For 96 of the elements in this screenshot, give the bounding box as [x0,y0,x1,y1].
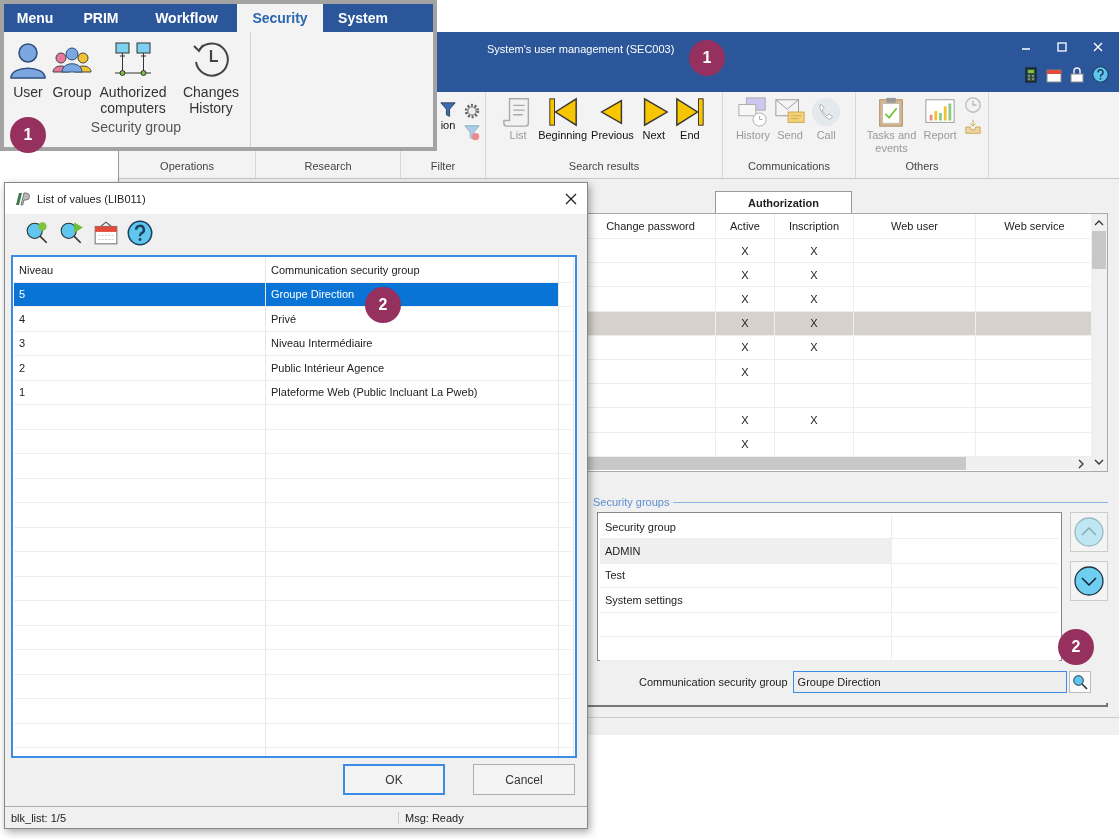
table-cell: X [810,292,818,305]
calendar-icon[interactable] [93,220,119,246]
inbox-icon [963,118,982,136]
ok-button[interactable]: OK [343,764,445,795]
search-button[interactable] [1068,671,1091,693]
phone-icon [810,96,843,128]
list-row[interactable]: 2 Public Intérieur Agence [14,356,574,381]
table-cell: Public Intérieur Agence [266,356,559,380]
table-cell: X [741,341,749,354]
maximize-icon[interactable] [1057,42,1067,52]
table-cell: X [741,317,749,330]
list-item[interactable]: ADMIN [600,539,892,563]
table-row[interactable]: X X [586,311,1091,336]
ribbon-group-label: Security group [90,119,182,135]
status-text: Msg: Ready [404,811,464,824]
ribbon-group-label: Filter [429,159,457,174]
user-icon [8,40,48,80]
column-header[interactable]: Communication security group [266,258,559,282]
table-cell: X [810,268,818,281]
app-icon [15,191,31,206]
calendar-icon [1046,66,1062,83]
ribbon-group-label: Others [904,159,940,174]
scroll-up-icon[interactable] [1094,219,1104,227]
table-cell: 2 [14,356,266,380]
table-cell: X [741,292,749,305]
column-header[interactable]: Active [716,214,775,238]
cancel-button[interactable]: Cancel [473,764,575,795]
lock-icon [1069,66,1085,83]
vertical-scrollbar[interactable] [1091,214,1107,471]
ribbon-tab[interactable]: Menu [4,4,66,32]
scroll-down-icon[interactable] [1094,458,1104,466]
table-cell: 3 [14,331,266,355]
chat-icon [737,96,769,128]
ribbon-group-label: Search results [567,159,641,174]
search-flag-icon[interactable] [59,220,85,246]
table-cell: X [810,413,818,426]
list-item[interactable]: Test [600,563,892,588]
ribbon-tab[interactable]: Security [237,4,323,32]
first-record-icon [546,96,579,128]
table-cell: X [810,341,818,354]
field-label: Communication security group [639,676,788,688]
ribbon-button[interactable]: ion [439,102,457,132]
table-cell: X [741,413,749,426]
column-header: Security group [600,515,892,539]
dialog-title: List of values (LIB011) [37,192,147,205]
table-cell: X [741,438,749,451]
ribbon-group-label: Communications [747,159,831,174]
section-legend: Security groups [593,496,670,508]
funnel-icon [440,102,456,118]
ribbon-tab[interactable]: Workflow [136,4,237,32]
ribbon-tab[interactable]: System [323,4,403,32]
ribbon-button[interactable]: Changes History [172,40,250,116]
table-cell: X [741,268,749,281]
clock-history-icon [191,40,231,80]
status-text: blk_list: 1/5 [5,811,399,824]
authorization-tab[interactable]: Authorization [715,191,852,213]
column-header[interactable]: Inscription [775,214,854,238]
ribbon-button[interactable]: Group [50,40,94,116]
table-cell: 5 [14,282,266,306]
column-header[interactable]: Web user [854,214,976,238]
clock-icon [963,96,982,114]
table-cell: X [810,244,818,257]
table-cell: 4 [14,307,266,331]
move-down-button[interactable] [1070,561,1108,601]
list-row[interactable]: 1 Plateforme Web (Public Incluant La Pweb) [14,380,574,405]
close-icon[interactable] [565,192,577,205]
ribbon-button[interactable]: Previous [590,96,635,142]
column-header[interactable]: Niveau [14,258,266,282]
horizontal-scrollbar[interactable] [586,457,1091,470]
clear-filter-icon [463,124,481,142]
help-icon [127,220,153,246]
window-title: System's user management (SEC003) [486,42,676,55]
list-item[interactable]: System settings [600,588,892,612]
table-cell: Niveau Intermédiaire [266,331,559,355]
scrollbar-thumb[interactable] [1092,231,1106,269]
table-cell: 1 [14,380,266,404]
settings-icon [463,102,481,120]
table-cell: X [810,317,818,330]
list-row[interactable]: 3 Niveau Intermédiaire [14,331,574,356]
ribbon-button[interactable]: Beginning [537,96,589,142]
ribbon-tab[interactable]: PRIM [66,4,136,32]
ribbon-button[interactable]: Authorized computers [94,40,172,116]
ribbon-button[interactable]: End [672,96,707,142]
calculator-icon [1023,66,1039,83]
table-cell: Plateforme Web (Public Incluant La Pweb) [266,380,559,404]
ribbon-group-label: Operations [159,159,215,174]
scroll-right-icon[interactable] [1077,458,1085,469]
table-cell: X [741,365,749,378]
ribbon-button[interactable]: Next [636,96,671,142]
ribbon-group-label: Research [303,159,353,174]
help-icon [1092,66,1109,83]
ribbon-button[interactable]: User [6,40,50,116]
last-record-icon [673,96,706,128]
scrollbar-thumb[interactable] [586,457,966,470]
table-cell: X [741,244,749,257]
input-field[interactable]: Groupe Direction [792,671,1067,693]
